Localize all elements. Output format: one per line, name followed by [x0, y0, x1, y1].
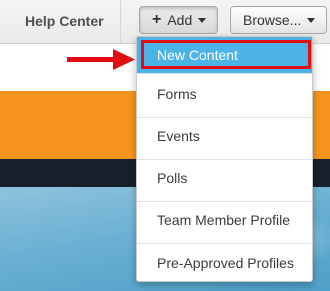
menu-divider — [137, 159, 312, 160]
menu-divider — [137, 73, 312, 74]
menu-item-polls[interactable]: Polls — [137, 170, 312, 192]
browse-button[interactable]: Browse... — [230, 6, 327, 34]
menu-divider — [137, 201, 312, 202]
menu-item-label: Polls — [157, 170, 188, 186]
toolbar-separator — [120, 0, 121, 43]
annotation-highlight-box — [141, 40, 311, 69]
browse-button-label: Browse... — [243, 12, 302, 28]
menu-item-team-member-profile[interactable]: Team Member Profile — [137, 212, 312, 234]
menu-item-pre-approved-profiles[interactable]: Pre-Approved Profiles — [137, 255, 312, 277]
menu-divider — [137, 243, 312, 244]
plus-icon: + — [152, 11, 162, 28]
menu-item-label: Events — [157, 128, 200, 144]
menu-item-label: Team Member Profile — [157, 212, 291, 228]
menu-item-label: Pre-Approved Profiles — [157, 255, 294, 271]
menu-item-forms[interactable]: Forms — [137, 86, 312, 108]
help-center-link[interactable]: Help Center — [25, 13, 104, 29]
menu-item-label: Forms — [157, 86, 197, 102]
menu-item-events[interactable]: Events — [137, 128, 312, 150]
add-dropdown-menu: New Content Forms Events Polls Team Memb… — [136, 36, 313, 282]
caret-down-icon — [198, 17, 207, 23]
add-button-label: Add — [167, 12, 193, 28]
annotation-arrow — [67, 49, 135, 70]
caret-down-icon — [307, 17, 316, 23]
menu-divider — [137, 117, 312, 118]
add-button[interactable]: + Add — [139, 6, 218, 34]
